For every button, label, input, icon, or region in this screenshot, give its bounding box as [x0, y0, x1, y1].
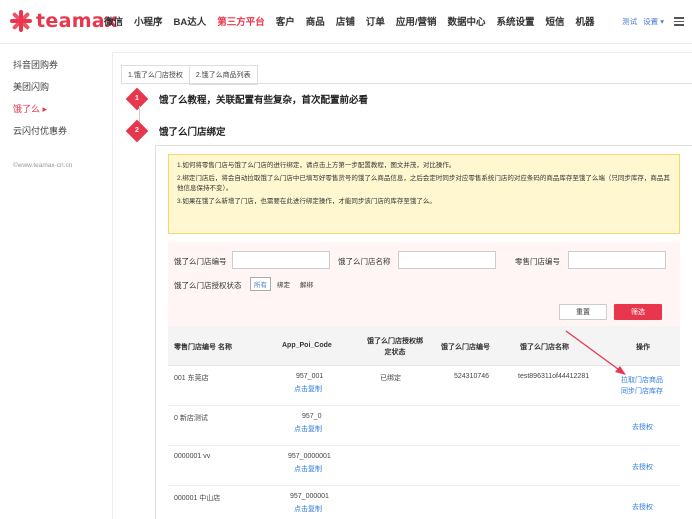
notice-line-1: 1.如何将零售门店与饿了么门店的进行绑定，请点击上方第一步配置教程，图文并茂，对… [177, 162, 456, 169]
nav-item-store[interactable]: 店铺 [336, 14, 355, 28]
elm-store-name-label: 饿了么门店名称 [338, 257, 391, 266]
step-2: 2 饿了么门店绑定 [125, 119, 226, 143]
logo-star-icon [10, 10, 32, 32]
authorize-link[interactable]: 去授权 [632, 502, 653, 512]
settings-dropdown[interactable]: 设置 ▾ [643, 16, 664, 27]
row-poi: 957_0 [302, 413, 322, 420]
row-status: 已绑定 [380, 375, 401, 382]
sidebar-item-eleme[interactable]: 饿了么 ▸ [13, 102, 47, 115]
filter-form: 饿了么门店编号 饿了么门店名称 零售门店编号 饿了么门店授权状态 所有 绑定 解… [168, 242, 680, 326]
nav-item-marketing[interactable]: 应用/营销 [396, 14, 437, 28]
row-copy-link[interactable]: 点击复制 [294, 424, 322, 434]
elm-store-name-input[interactable] [398, 251, 496, 269]
nav-item-goods[interactable]: 商品 [306, 14, 325, 28]
row-copy-link[interactable]: 点击复制 [294, 504, 322, 514]
elm-store-no-input[interactable] [232, 251, 330, 269]
row-elm-name: test896311of44412281 [518, 373, 590, 380]
reset-button[interactable]: 重置 [559, 304, 607, 320]
sidebar-item-meituan[interactable]: 美团闪购 [13, 80, 49, 93]
col-auth-status: 饿了么门店授权绑定状态 [367, 338, 423, 356]
user-name[interactable]: 测试 [622, 16, 637, 27]
table-row: 000001 中山店 957_000001 点击复制 去授权 [168, 486, 680, 519]
tab-store-auth[interactable]: 1.饿了么门店授权 [121, 65, 190, 85]
col-app-poi-code: App_Poi_Code [282, 342, 332, 349]
row-store: 000001 中山店 [174, 495, 221, 502]
binding-panel: 1.如何将零售门店与饿了么门店的进行绑定，请点击上方第一步配置教程，图文并茂，对… [155, 145, 692, 519]
elm-store-no-label: 饿了么门店编号 [174, 257, 227, 266]
step-2-title: 饿了么门店绑定 [159, 127, 226, 138]
table-row: 001 东莞店 957_001 点击复制 已绑定 524310746 test8… [168, 366, 680, 406]
table-header: 零售门店编号 名称 App_Poi_Code 饿了么门店授权绑定状态 饿了么门店… [168, 326, 680, 366]
row-store: 0000001 vv [174, 453, 211, 460]
nav-item-miniprogram[interactable]: 小程序 [134, 14, 163, 28]
col-retail-store: 零售门店编号 名称 [174, 344, 232, 351]
step-2-marker: 2 [125, 119, 149, 143]
main-nav: 微信 小程序 BA达人 第三方平台 客户 商品 店铺 订单 应用/营销 数据中心… [104, 14, 606, 28]
nav-item-customer[interactable]: 客户 [276, 14, 295, 28]
nav-item-machine[interactable]: 机器 [576, 14, 595, 28]
sidebar: 抖音团购券 美团闪购 饿了么 ▸ 云闪付优惠券 ©www.teamax-cn.c… [0, 44, 100, 519]
row-store: 0 新店测试 [174, 415, 208, 422]
col-actions: 操作 [636, 344, 650, 351]
notice-box: 1.如何将零售门店与饿了么门店的进行绑定，请点击上方第一步配置教程，图文并茂，对… [168, 154, 680, 234]
step-1-number: 1 [135, 95, 139, 102]
pull-store-goods-link[interactable]: 拉取门店商品 [621, 375, 663, 385]
nav-item-ba[interactable]: BA达人 [174, 14, 207, 28]
step-1: 1 饿了么教程，关联配置有些复杂，首次配置前必看 [125, 87, 368, 111]
nav-item-data[interactable]: 数据中心 [447, 14, 485, 28]
row-store: 001 东莞店 [174, 375, 209, 382]
notice-line-3: 3.如果在饿了么新增了门店，也需要在此进行绑定操作，才能同步该门店的库存至饿了么… [177, 198, 436, 205]
sync-store-stock-link[interactable]: 同步门店库存 [621, 386, 663, 396]
main-content: 1.饿了么门店授权 2.饿了么商品列表 1 饿了么教程，关联配置有些复杂，首次配… [112, 52, 692, 519]
nav-item-wechat[interactable]: 微信 [104, 14, 123, 28]
retail-store-no-label: 零售门店编号 [515, 257, 560, 266]
nav-item-order[interactable]: 订单 [366, 14, 385, 28]
sidebar-item-unionpay[interactable]: 云闪付优惠券 [13, 124, 67, 137]
step-1-marker: 1 [125, 87, 149, 111]
status-option-bound[interactable]: 绑定 [277, 279, 290, 289]
step-2-number: 2 [135, 127, 139, 134]
tab-bar: 1.饿了么门店授权 2.饿了么商品列表 [121, 65, 258, 85]
tab-goods-list[interactable]: 2.饿了么商品列表 [188, 65, 258, 85]
status-option-all[interactable]: 所有 [250, 277, 271, 291]
nav-item-sms[interactable]: 短信 [546, 14, 565, 28]
brand-logo[interactable]: teamax [10, 9, 117, 33]
nav-item-settings[interactable]: 系统设置 [497, 14, 535, 28]
authorize-link[interactable]: 去授权 [632, 462, 653, 472]
copyright-text: ©www.teamax-cn.cn [13, 162, 73, 169]
status-option-unbound[interactable]: 解绑 [300, 279, 313, 289]
filter-button[interactable]: 筛选 [614, 304, 662, 320]
step-1-title[interactable]: 饿了么教程，关联配置有些复杂，首次配置前必看 [159, 92, 368, 106]
hamburger-icon[interactable] [674, 17, 684, 26]
row-poi: 957_000001 [290, 493, 329, 500]
row-copy-link[interactable]: 点击复制 [294, 384, 322, 394]
row-copy-link[interactable]: 点击复制 [294, 464, 322, 474]
auth-status-label: 饿了么门店授权状态 [174, 281, 242, 290]
nav-item-third-party[interactable]: 第三方平台 [217, 14, 265, 28]
user-area: 测试 设置 ▾ [616, 16, 684, 27]
col-elm-store-name: 饿了么门店名称 [520, 344, 569, 351]
table-row: 0000001 vv 957_0000001 点击复制 去授权 [168, 446, 680, 486]
store-table: 零售门店编号 名称 App_Poi_Code 饿了么门店授权绑定状态 饿了么门店… [168, 326, 680, 519]
row-elm-no: 524310746 [454, 373, 490, 380]
row-poi: 957_001 [296, 373, 324, 380]
row-poi: 957_0000001 [288, 453, 331, 460]
col-elm-store-no: 饿了么门店编号 [441, 344, 490, 351]
table-row: 0 新店测试 957_0 点击复制 去授权 [168, 406, 680, 446]
authorize-link[interactable]: 去授权 [632, 422, 653, 432]
retail-store-no-input[interactable] [568, 251, 666, 269]
notice-line-2: 2.绑定门店后，将会自动拉取饿了么门店中已填写好零售货号的饿了么商品信息，之后会… [177, 175, 670, 192]
tab-divider [121, 83, 692, 84]
sidebar-item-douyin[interactable]: 抖音团购券 [13, 58, 58, 71]
top-navbar: teamax 微信 小程序 BA达人 第三方平台 客户 商品 店铺 订单 应用/… [0, 0, 692, 44]
